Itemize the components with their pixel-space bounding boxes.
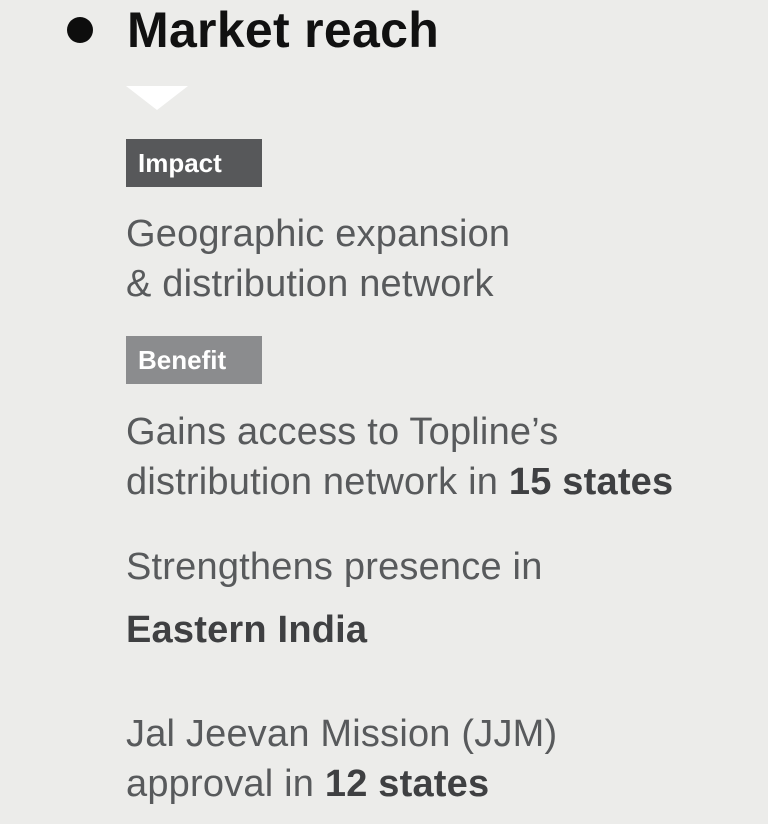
- benefit-3-line-1: Jal Jeevan Mission (JJM): [126, 713, 558, 755]
- benefit-3-prefix: approval in: [126, 763, 325, 805]
- benefit-1-line-1: Gains access to Topline’s: [126, 411, 559, 453]
- benefit-1-highlight: 15 states: [508, 461, 674, 503]
- benefit-1-prefix: distribution network in: [126, 461, 509, 503]
- impact-description: Geographic expansion & distribution netw…: [126, 209, 510, 309]
- benefit-3-line-2: approval in 12 states: [126, 759, 557, 809]
- impact-tag: Impact: [126, 139, 262, 187]
- bullet-dot-icon: [67, 17, 93, 43]
- benefit-2-highlight: Eastern India: [126, 609, 368, 651]
- benefit-item-jjm: Jal Jeevan Mission (JJM) approval in 12 …: [126, 709, 557, 809]
- benefit-1-line-2: distribution network in 15 states: [126, 457, 673, 507]
- impact-line-1: Geographic expansion: [126, 213, 511, 255]
- benefit-item-distribution: Gains access to Topline’s distribution n…: [126, 407, 673, 507]
- impact-line-2: & distribution network: [126, 263, 494, 305]
- benefit-3-highlight: 12 states: [324, 763, 490, 805]
- section-title: Market reach: [127, 2, 440, 58]
- benefit-tag: Benefit: [126, 336, 262, 384]
- benefit-2-line-1: Strengthens presence in: [126, 546, 543, 588]
- down-triangle-icon: [126, 86, 188, 110]
